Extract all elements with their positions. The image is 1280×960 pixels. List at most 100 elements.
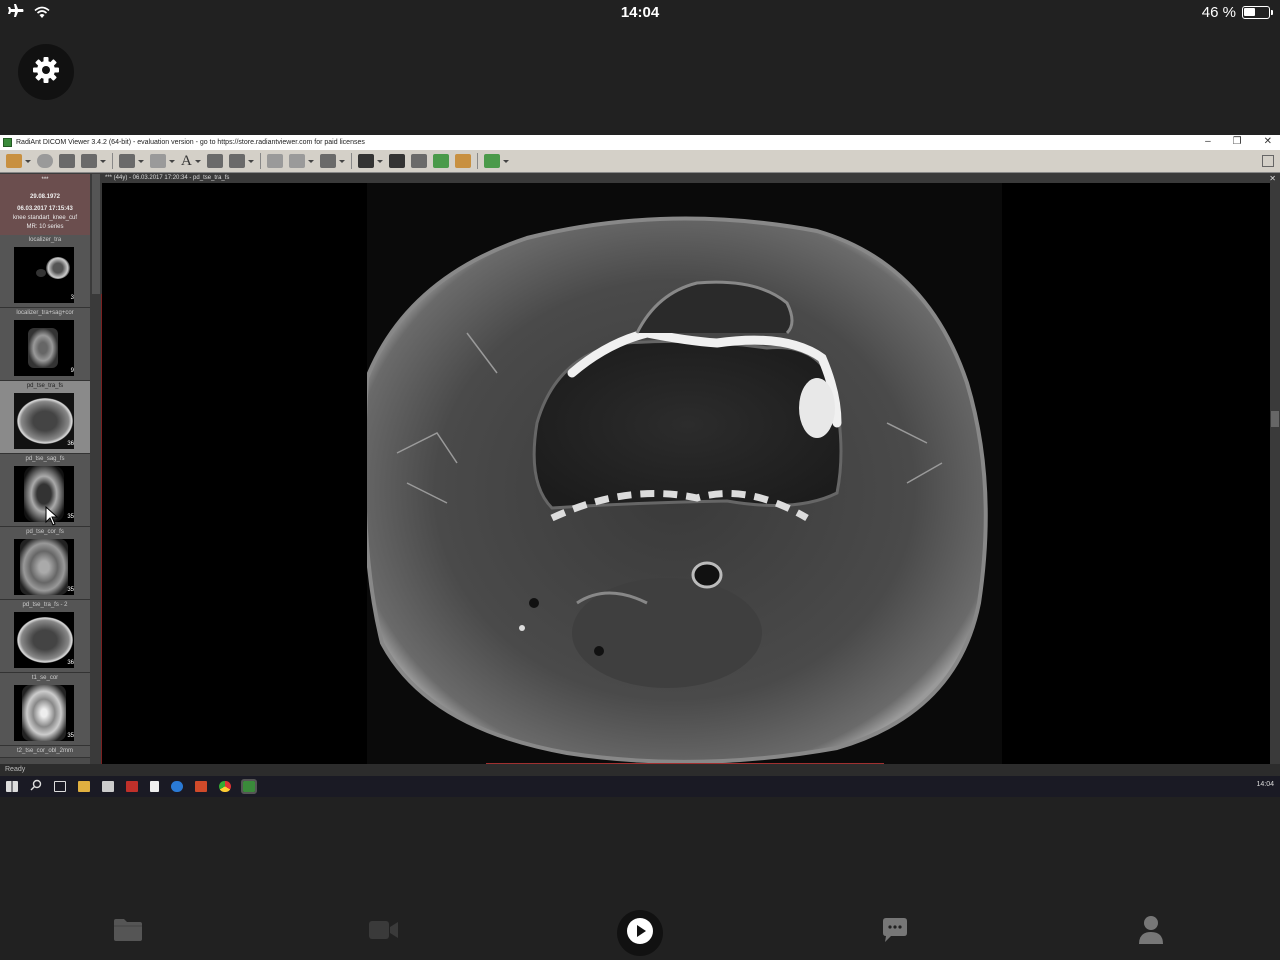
measure-icon[interactable] (319, 154, 336, 168)
series-label: t2_tse_cor_obl_2mm (16, 748, 74, 754)
app-bottom-bar (0, 900, 1280, 960)
remote-desktop-view[interactable]: RadiAnt DICOM Viewer 3.4.2 (64-bit) - ev… (0, 135, 1280, 797)
series-label: t1_se_cor (31, 675, 59, 681)
play-button[interactable] (617, 910, 663, 956)
series-image-count: 35 (67, 587, 74, 593)
close-viewport-icon[interactable]: ✕ (1269, 174, 1276, 183)
gear-icon (32, 56, 60, 89)
files-button[interactable] (108, 912, 148, 952)
profile-button[interactable] (1131, 912, 1171, 952)
series-item[interactable]: localizer_tra 3 (0, 235, 90, 308)
video-icon (368, 919, 400, 946)
viewport-header: *** (44y) - 06.03.2017 17:20:34 - pd_tse… (102, 174, 1280, 183)
layout-grid-icon[interactable] (119, 154, 135, 168)
study-description: knee standart_knee_cuf (12, 215, 78, 221)
series-item[interactable]: t2_tse_cor_obl_2mm (0, 746, 90, 758)
window-level-icon[interactable] (228, 154, 245, 168)
series-thumbnail (14, 685, 74, 741)
mouse-cursor-icon (45, 505, 59, 531)
series-thumbnail (14, 539, 74, 595)
task-view-icon[interactable] (54, 781, 66, 792)
series-image-count: 3 (70, 295, 74, 301)
folder-icon (113, 918, 143, 947)
radiant-icon[interactable] (241, 779, 257, 794)
open-folder-icon[interactable] (6, 154, 22, 168)
series-label: localizer_tra (28, 237, 62, 243)
series-thumbnail (14, 612, 74, 668)
file-explorer-icon[interactable] (78, 781, 90, 792)
series-label: pd_tse_tra_fs - 2 (22, 602, 68, 608)
annotation-text-icon[interactable]: A (181, 153, 192, 170)
close-window-button[interactable]: ✕ (1264, 136, 1272, 147)
series-thumbnail (14, 320, 74, 376)
status-line: Ready (0, 764, 1280, 776)
battery-icon (1242, 6, 1273, 19)
crosshair-icon[interactable] (266, 154, 283, 168)
series-image-count: 35 (67, 514, 74, 520)
patient-name: *** (41, 177, 49, 183)
patient-info-panel[interactable]: *** 29.08.1972 06.03.2017 17:15:43 knee … (0, 174, 90, 235)
series-thumbnail (14, 247, 74, 303)
settings-button[interactable] (18, 44, 74, 100)
acrobat-icon[interactable] (126, 781, 138, 792)
series-label: localizer_tra+sag+cor (16, 310, 74, 316)
battery-percentage: 46 % (1201, 4, 1236, 21)
color-map-icon[interactable] (432, 154, 449, 168)
image-viewport[interactable]: *** (44y) - 06.03.2017 17:20:34 - pd_tse… (102, 174, 1280, 764)
save-icon[interactable] (81, 154, 97, 168)
mpr-icon[interactable] (357, 154, 374, 168)
powerpoint-icon[interactable] (195, 781, 207, 792)
series-item[interactable]: t1_se_cor 35 (0, 673, 90, 746)
file-icon[interactable] (150, 781, 159, 792)
series-thumbnail (14, 393, 74, 449)
series-thumbnail (14, 466, 74, 522)
chrome-icon[interactable] (219, 781, 231, 792)
3d-icon[interactable] (454, 154, 471, 168)
series-image-count: 36 (67, 660, 74, 666)
series-image-count: 36 (67, 441, 74, 447)
edge-icon[interactable] (171, 781, 183, 792)
volume-render-icon[interactable] (410, 154, 427, 168)
chat-button[interactable] (875, 912, 915, 952)
mri-image[interactable] (367, 183, 1002, 764)
radiant-app-icon (3, 138, 12, 147)
play-icon (626, 917, 654, 950)
viewer-toolbar: A (0, 150, 1280, 173)
ipad-status-bar: 14:04 46 % (0, 0, 1280, 26)
series-sidebar: *** 29.08.1972 06.03.2017 17:15:43 knee … (0, 174, 90, 764)
taskbar-clock: 14:04 (1256, 781, 1274, 788)
fusion-icon[interactable] (388, 154, 405, 168)
series-image-count: 9 (70, 368, 74, 374)
download-icon[interactable] (59, 154, 75, 168)
windows-start-icon[interactable] (6, 781, 18, 792)
series-item[interactable]: pd_tse_cor_fs 35 (0, 527, 90, 600)
search-icon[interactable] (30, 778, 42, 796)
series-label: pd_tse_sag_fs (25, 456, 65, 462)
chat-icon (881, 917, 909, 948)
link-icon[interactable] (150, 154, 166, 168)
profile-icon (1137, 915, 1165, 950)
clock: 14:04 (620, 4, 660, 21)
series-image-count: 35 (67, 733, 74, 739)
series-summary: MR: 10 series (26, 224, 64, 230)
series-item[interactable]: localizer_tra+sag+cor 9 (0, 308, 90, 381)
magic-wand-icon[interactable] (288, 154, 305, 168)
window-titlebar[interactable]: RadiAnt DICOM Viewer 3.4.2 (64-bit) - ev… (0, 135, 1280, 150)
maximize-button[interactable]: ❐ (1233, 136, 1242, 147)
help-icon[interactable] (483, 154, 500, 168)
store-icon[interactable] (102, 781, 114, 792)
video-button[interactable] (364, 912, 404, 952)
series-label: pd_tse_tra_fs (26, 383, 64, 389)
fullscreen-icon[interactable] (1262, 155, 1274, 167)
series-sync-icon[interactable] (206, 154, 223, 168)
series-item-selected[interactable]: pd_tse_tra_fs 36 (0, 381, 90, 454)
viewport-scrollbar[interactable] (1270, 183, 1280, 764)
series-item[interactable]: pd_tse_tra_fs - 2 36 (0, 600, 90, 673)
cd-icon[interactable] (37, 154, 53, 168)
study-datetime: 06.03.2017 17:15:43 (17, 206, 73, 212)
sidebar-scrollbar[interactable] (90, 174, 102, 774)
patient-birth-date: 29.08.1972 (29, 194, 61, 200)
window-title: RadiAnt DICOM Viewer 3.4.2 (64-bit) - ev… (16, 139, 365, 146)
viewport-info: *** (44y) - 06.03.2017 17:20:34 - pd_tse… (105, 175, 230, 181)
minimize-button[interactable]: – (1205, 136, 1211, 147)
